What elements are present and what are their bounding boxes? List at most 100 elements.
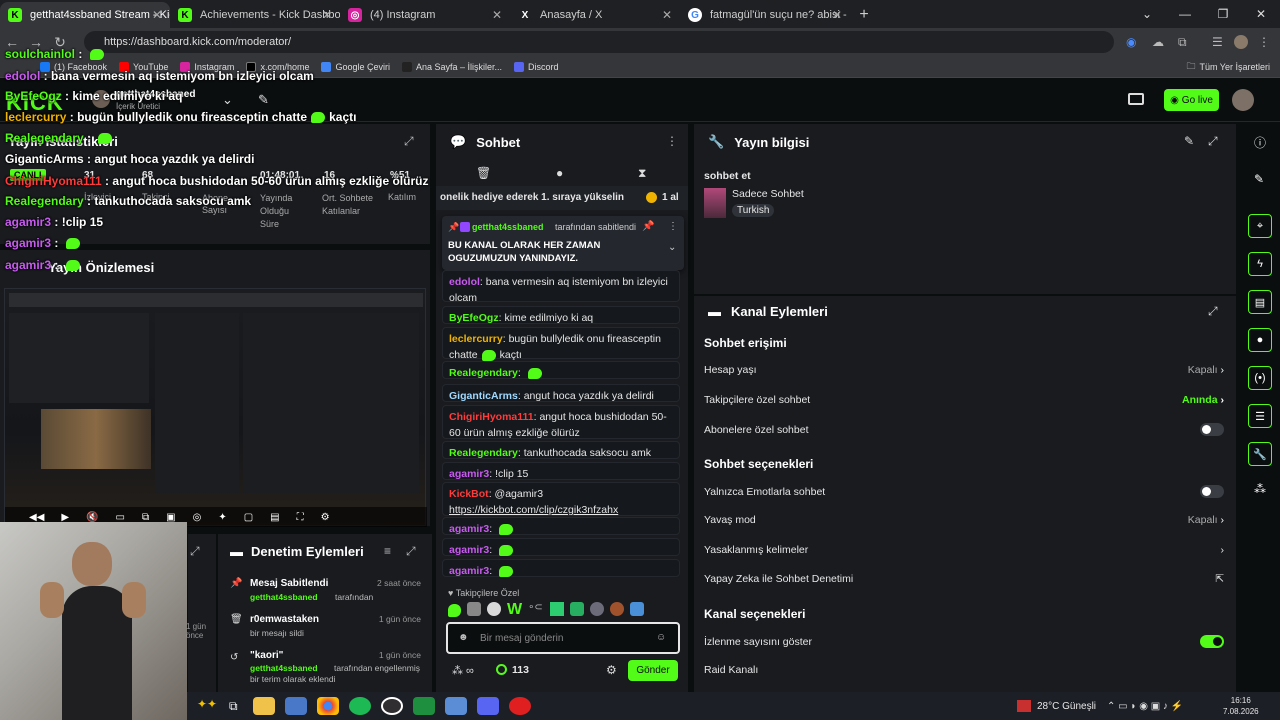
file-explorer-icon[interactable]: [252, 697, 275, 715]
more-icon[interactable]: ⋮: [668, 221, 678, 232]
chat-tools-icon[interactable]: ⁂ ∞: [452, 664, 474, 677]
chat-message[interactable]: ByEfeOgz: kime edilmiyo ki aq: [442, 306, 680, 324]
chat-input[interactable]: ☻ Bir mesaj gönderin ☺: [446, 622, 680, 654]
banned-words-row[interactable]: Yasaklanmış kelimeler ›: [704, 544, 1224, 556]
popout-icon[interactable]: ⤢: [404, 134, 414, 149]
go-live-button[interactable]: ◉ Go live: [1164, 89, 1219, 111]
clock[interactable]: 16:16 7.08.2026: [1223, 695, 1259, 717]
clip-icon[interactable]: ⧉: [142, 512, 149, 523]
pip-icon[interactable]: ▣: [166, 512, 175, 523]
expand-icon[interactable]: ⛶: [297, 512, 304, 523]
maximize-button[interactable]: ❐: [1204, 0, 1242, 28]
app-icon[interactable]: [508, 697, 531, 715]
rail-button-chat[interactable]: ●: [1248, 328, 1272, 352]
app-icon[interactable]: [284, 697, 307, 715]
browser-tab-google[interactable]: Gfatmagül'ün suçu ne? abisi - Go...✕: [680, 2, 850, 28]
emote-icon[interactable]: [550, 602, 565, 616]
chat-username[interactable]: ByEfeOgz: [449, 312, 499, 324]
new-tab-button[interactable]: +: [850, 2, 878, 28]
rail-button-list[interactable]: ☰: [1248, 404, 1272, 428]
close-tab-icon[interactable]: ✕: [322, 8, 332, 22]
chat-message[interactable]: GiganticArms: angut hoca yazdık ya delir…: [442, 384, 680, 402]
chat-username[interactable]: agamir3: [449, 468, 489, 480]
chat-username[interactable]: agamir3: [449, 565, 489, 577]
all-bookmarks[interactable]: 🗀 Tüm Yer İşaretleri: [1186, 59, 1270, 75]
gift-banner[interactable]: onelik hediye ederek 1. sıraya yükselin …: [436, 186, 688, 210]
discord-icon[interactable]: [476, 697, 499, 715]
theater-icon[interactable]: ▢: [244, 512, 253, 523]
chat-link[interactable]: https://kickbot.com/clip/czgik3nfzahx: [449, 504, 618, 516]
chat-message[interactable]: agamir3:: [442, 517, 680, 535]
task-view-icon[interactable]: ⧉: [229, 699, 238, 714]
chat-message[interactable]: leclercurry: bugün bullyledik onu fireas…: [442, 327, 680, 361]
extension-icon[interactable]: ◉: [1126, 35, 1136, 49]
emote-picker-icon[interactable]: ☺: [656, 632, 666, 643]
settings-icon[interactable]: ⚙: [606, 663, 617, 677]
subs-only-toggle[interactable]: [1200, 423, 1224, 436]
send-button[interactable]: Gönder: [628, 660, 678, 681]
popout-icon[interactable]: ⤢: [190, 544, 200, 559]
rail-button-notes[interactable]: ▤: [1248, 290, 1272, 314]
volume-icon[interactable]: 🔇: [86, 512, 98, 523]
chat-message[interactable]: edolol: bana vermesin aq istemiyom bn iz…: [442, 270, 680, 304]
pin-icon[interactable]: ✎: [258, 92, 269, 108]
close-tab-icon[interactable]: ✕: [152, 8, 162, 22]
bookmark-home[interactable]: Ana Sayfa – İlişkiler...: [402, 61, 502, 72]
close-tab-icon[interactable]: ✕: [662, 8, 672, 22]
slow-mode-row[interactable]: Yavaş mod Kapalı ›: [704, 514, 1224, 526]
browser-tab-achievements[interactable]: K Achievements - Kick Dashboard✕: [170, 2, 340, 28]
chat-menu-icon[interactable]: ⋮: [666, 134, 678, 148]
chrome-icon[interactable]: [316, 697, 339, 715]
play-icon[interactable]: ▶: [61, 512, 69, 523]
show-viewers-toggle[interactable]: [1200, 635, 1224, 648]
app-icon[interactable]: [444, 697, 467, 715]
user-avatar[interactable]: [1232, 89, 1254, 111]
rewind-icon[interactable]: ◀◀: [29, 512, 44, 523]
chat-username[interactable]: agamir3: [449, 544, 489, 556]
profile-avatar[interactable]: [1234, 35, 1248, 49]
tray-icons[interactable]: ⌃ ▭ ◗ ◉ ▣ ♪ ⚡: [1107, 701, 1183, 712]
rail-button-broadcast[interactable]: (•): [1248, 366, 1272, 390]
bookmark-discord[interactable]: Discord: [514, 61, 559, 72]
emote-icon[interactable]: W: [507, 602, 522, 620]
pinned-message[interactable]: 📌 getthat4ssbaned tarafından sabitlendi …: [442, 216, 684, 270]
spotify-icon[interactable]: [348, 697, 371, 715]
ai-moderation-row[interactable]: Yapay Zeka ile Sohbet Denetimi ⇱: [704, 573, 1224, 585]
extensions-puzzle-icon[interactable]: ⧉: [1178, 35, 1187, 50]
followers-only-row[interactable]: Takipçilere özel sohbet Anında ›: [704, 394, 1224, 406]
emote-icon[interactable]: [487, 602, 501, 616]
browser-tab-x[interactable]: X Anasayfa / X ✕: [510, 2, 680, 28]
emote-icon[interactable]: ∘⊂: [528, 602, 544, 616]
app-icon[interactable]: [412, 697, 435, 715]
extension-icon[interactable]: ☁: [1152, 35, 1164, 49]
minimize-button[interactable]: —: [1166, 0, 1204, 28]
sync-icon[interactable]: ◎: [193, 512, 202, 523]
close-tab-icon[interactable]: ✕: [832, 8, 842, 22]
modlog-item-user[interactable]: getthat4ssbaned: [250, 592, 318, 602]
chat-username[interactable]: Realegendary: [449, 447, 518, 459]
browser-tab-instagram[interactable]: ◎ (4) Instagram ✕: [340, 2, 510, 28]
emote-icon[interactable]: [448, 604, 461, 617]
stream-preview-video[interactable]: ◀◀ ▶ 🔇 ▭ ⧉ ▣ ◎ ✦ ▢ ▤ ⛶ ⚙: [4, 288, 427, 527]
layout-icon[interactable]: [1128, 93, 1144, 105]
chat-username[interactable]: ChigiriHyoma111: [449, 411, 534, 423]
rail-button-tools[interactable]: 🔧: [1248, 442, 1272, 466]
chevron-down-icon[interactable]: ⌄: [222, 92, 233, 108]
rail-button-flash[interactable]: ϟ: [1248, 252, 1272, 276]
emotes-only-toggle[interactable]: [1200, 485, 1224, 498]
widgets-icon[interactable]: ✦✦: [197, 697, 219, 715]
close-tab-icon[interactable]: ✕: [492, 8, 502, 22]
chat-username[interactable]: GiganticArms: [449, 390, 518, 402]
star-icon[interactable]: ✦: [218, 512, 226, 523]
filter-icon[interactable]: ≡: [384, 544, 391, 558]
raid-row[interactable]: Raid Kanalı: [704, 664, 1224, 676]
chat-bubble-icon[interactable]: ●: [556, 166, 563, 180]
emote-icon[interactable]: [630, 602, 645, 616]
chat-username[interactable]: edolol: [449, 276, 480, 288]
bookmark-translate[interactable]: Google Çeviri: [321, 61, 390, 72]
chat-username[interactable]: agamir3: [449, 523, 489, 535]
popout-icon[interactable]: ⤢: [1208, 134, 1218, 149]
edit-icon[interactable]: ✎: [1254, 172, 1264, 186]
edit-icon[interactable]: ✎: [1184, 134, 1194, 148]
close-window-button[interactable]: ✕: [1242, 0, 1280, 28]
